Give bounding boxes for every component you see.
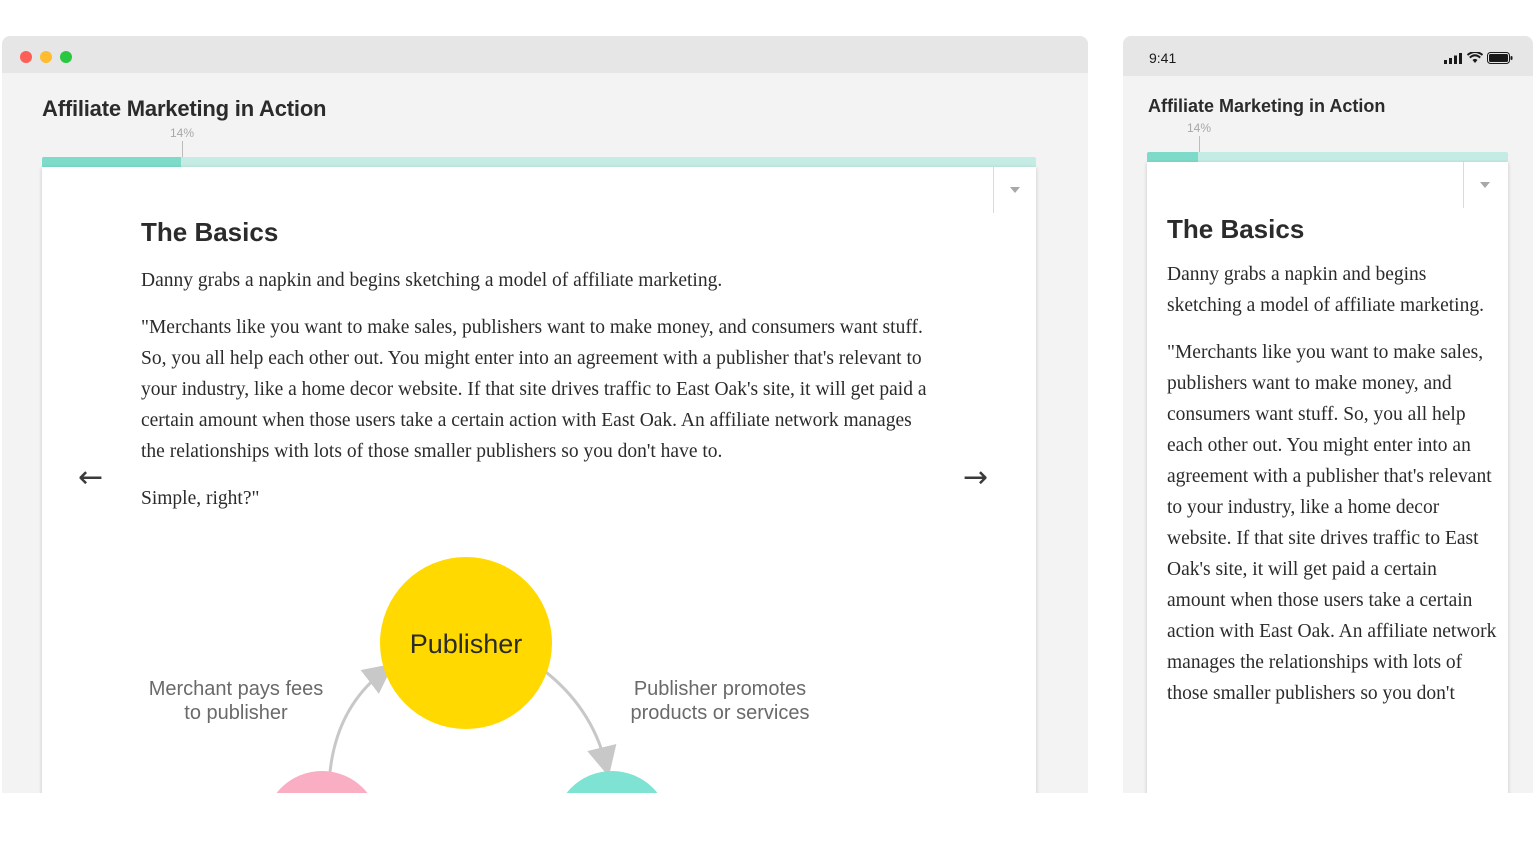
previous-page-arrow-icon[interactable]: ← — [78, 463, 103, 493]
lesson-paragraph: "Merchants like you want to make sales, … — [1167, 342, 1497, 704]
battery-icon — [1487, 52, 1513, 64]
progress-percent-label: 14% — [1187, 121, 1212, 135]
publisher-promotes-caption: products or services — [631, 702, 810, 724]
merchant-node — [276, 771, 368, 793]
merchant-pays-caption: Merchant pays fees — [149, 678, 324, 700]
lesson-card: The Basics Danny grabs a napkin and begi… — [1147, 162, 1508, 793]
affiliate-model-diagram: Publisher Merchant pays fees to publishe… — [149, 557, 810, 793]
close-window-button[interactable] — [20, 51, 32, 63]
progress-marker — [182, 141, 183, 157]
table-of-contents-toggle[interactable] — [1463, 162, 1508, 208]
publisher-to-consumer-arrow — [541, 667, 617, 777]
progress-bar-fill — [1147, 152, 1198, 162]
next-page-arrow-icon[interactable]: → — [963, 463, 988, 493]
lesson-card: The Basics Danny grabs a napkin and begi… — [42, 167, 1036, 793]
merchant-pays-caption: to publisher — [184, 702, 288, 724]
lesson-paragraph: Danny grabs a napkin and begins sketchin… — [141, 270, 723, 291]
progress-bar-fill — [42, 157, 182, 167]
wifi-icon — [1466, 51, 1483, 63]
consumer-node — [566, 771, 658, 793]
status-icons — [1444, 51, 1513, 69]
progress-bar — [1147, 152, 1508, 162]
progress-bar — [42, 157, 1036, 167]
maximize-window-button[interactable] — [60, 51, 72, 63]
minimize-window-button[interactable] — [40, 51, 52, 63]
lesson-body: Danny grabs a napkin and begins sketchin… — [141, 265, 931, 530]
merchant-to-publisher-arrow — [328, 663, 394, 773]
desktop-window: Affiliate Marketing in Action 14% The Ba… — [2, 36, 1088, 793]
table-of-contents-toggle[interactable] — [993, 167, 1036, 213]
lesson-paragraph: "Merchants like you want to make sales, … — [141, 317, 927, 462]
publisher-node-label: Publisher — [410, 629, 523, 659]
lesson-paragraph: Danny grabs a napkin and begins sketchin… — [1167, 264, 1484, 316]
mobile-device: 9:41 Affiliate Marketing in Action 14% T… — [1123, 36, 1533, 793]
cellular-signal-icon — [1444, 53, 1463, 64]
status-time: 9:41 — [1149, 50, 1177, 66]
progress-percent-label: 14% — [170, 126, 195, 140]
course-title: Affiliate Marketing in Action — [42, 96, 327, 121]
progress-marker — [1199, 136, 1200, 152]
section-heading: The Basics — [1167, 214, 1305, 244]
publisher-promotes-caption: Publisher promotes — [634, 678, 806, 700]
lesson-body: Danny grabs a napkin and begins sketchin… — [1167, 259, 1497, 725]
caret-down-icon — [1010, 187, 1020, 193]
lesson-paragraph: Simple, right?" — [141, 488, 260, 509]
section-heading: The Basics — [141, 217, 279, 247]
status-bar: 9:41 — [1123, 36, 1533, 76]
window-titlebar — [2, 36, 1088, 73]
course-title: Affiliate Marketing in Action — [1148, 96, 1386, 116]
caret-down-icon — [1480, 182, 1490, 188]
